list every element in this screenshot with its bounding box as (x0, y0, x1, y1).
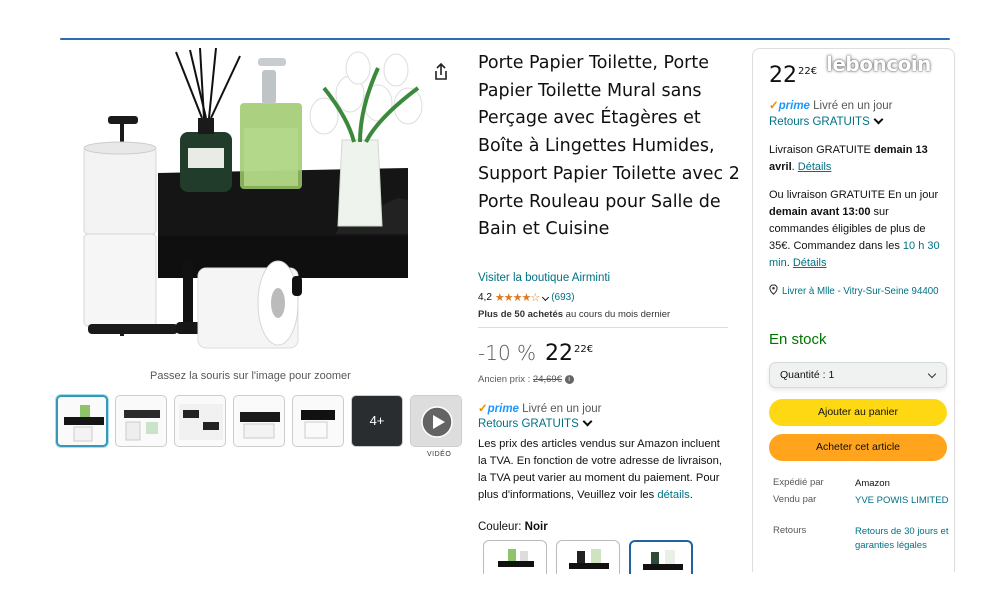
thumbnail-4[interactable] (233, 395, 285, 447)
color-label: Couleur: Noir (478, 521, 548, 533)
store-link[interactable]: Visiter la boutique Airminti (478, 272, 610, 284)
leboncoin-watermark: leboncoin (826, 52, 931, 76)
fast-delivery: Ou livraison GRATUITE En un jour demain … (769, 189, 940, 269)
buybox-prime-delivery: ✓prime Livré en un jour (769, 100, 893, 112)
video-label: VIDÉO (427, 451, 452, 458)
thumbnail-video[interactable] (410, 395, 462, 447)
add-to-cart-button[interactable]: Ajouter au panier (769, 399, 947, 426)
returns-label: Retours (773, 525, 807, 536)
main-product-image[interactable] (78, 47, 438, 366)
bought-count: Plus de 50 achetés au cours du mois dern… (478, 309, 671, 320)
rating-value: 4,2 (478, 292, 492, 303)
product-title: Porte Papier Toilette, Porte Papier Toil… (478, 53, 740, 240)
returns-link[interactable]: Retours GRATUITS (478, 416, 593, 430)
old-price: Ancien prix : 24,69€ i (478, 374, 574, 385)
fast-delivery-details-link[interactable]: Détails (793, 257, 827, 269)
divider (478, 327, 728, 328)
sold-by-link[interactable]: YVE POWIS LIMITED (855, 494, 950, 508)
quantity-select[interactable]: Quantité : 1 (769, 362, 947, 388)
more-thumbnails-count: 4+ (369, 413, 385, 428)
price-row: -10 % 22 22€ (478, 341, 593, 366)
thumbnail-3[interactable] (174, 395, 226, 447)
color-swatch-2[interactable] (556, 540, 620, 574)
price-whole: 22 (545, 341, 574, 366)
thumbnail-2[interactable] (115, 395, 167, 447)
color-swatches (483, 540, 693, 574)
chevron-down-icon (582, 416, 593, 427)
delivery-location[interactable]: Livrer à Mlle - Vitry-Sur-Seine 94400 (769, 284, 949, 299)
buybox-returns-link[interactable]: Retours GRATUITS (769, 114, 884, 128)
delivery-details-link[interactable]: Détails (798, 161, 832, 173)
thumbnail-5[interactable] (292, 395, 344, 447)
returns-policy-link[interactable]: Retours de 30 jours et garanties légales (855, 525, 950, 552)
prime-check-icon: ✓ (478, 403, 488, 415)
prime-logo: prime (778, 100, 810, 112)
price-cents: 22€ (574, 344, 594, 355)
prime-check-icon: ✓ (769, 100, 779, 112)
thumbnail-more[interactable]: 4+ (351, 395, 403, 447)
sold-by-label: Vendu par (773, 494, 817, 505)
star-rating-icon[interactable]: ★★★★☆ (495, 291, 540, 304)
chevron-down-icon[interactable] (542, 293, 550, 302)
chevron-down-icon (873, 114, 884, 125)
delivery-date: Livraison GRATUITE demain 13 avril. Déta… (769, 144, 928, 173)
info-icon[interactable]: i (564, 374, 574, 384)
color-swatch-1[interactable] (483, 540, 547, 574)
chevron-down-icon (927, 369, 937, 379)
zoom-hint: Passez la souris sur l'image pour zoomer (150, 370, 351, 382)
shipped-by-value: Amazon (855, 478, 890, 489)
color-swatch-selected[interactable] (629, 540, 693, 574)
top-accent-line (60, 38, 950, 40)
tva-details-link[interactable]: détails (657, 489, 689, 501)
tva-notice: Les prix des articles vendus sur Amazon … (478, 438, 722, 501)
location-pin-icon (769, 284, 778, 295)
prime-logo: prime (487, 403, 519, 415)
rating-row[interactable]: 4,2 ★★★★☆ (693) (478, 291, 575, 304)
prime-delivery: ✓prime Livré en un jour (478, 403, 602, 415)
thumbnail-strip: 4+ (56, 395, 462, 447)
thumbnail-1[interactable] (56, 395, 108, 447)
stock-status: En stock (769, 331, 827, 348)
rating-count[interactable]: (693) (551, 292, 574, 303)
share-icon[interactable] (432, 62, 450, 81)
buy-now-button[interactable]: Acheter cet article (769, 434, 947, 461)
discount-badge: -10 % (478, 341, 537, 365)
shipped-by-label: Expédié par (773, 477, 824, 488)
buybox-price: 22 22€ (769, 63, 818, 88)
